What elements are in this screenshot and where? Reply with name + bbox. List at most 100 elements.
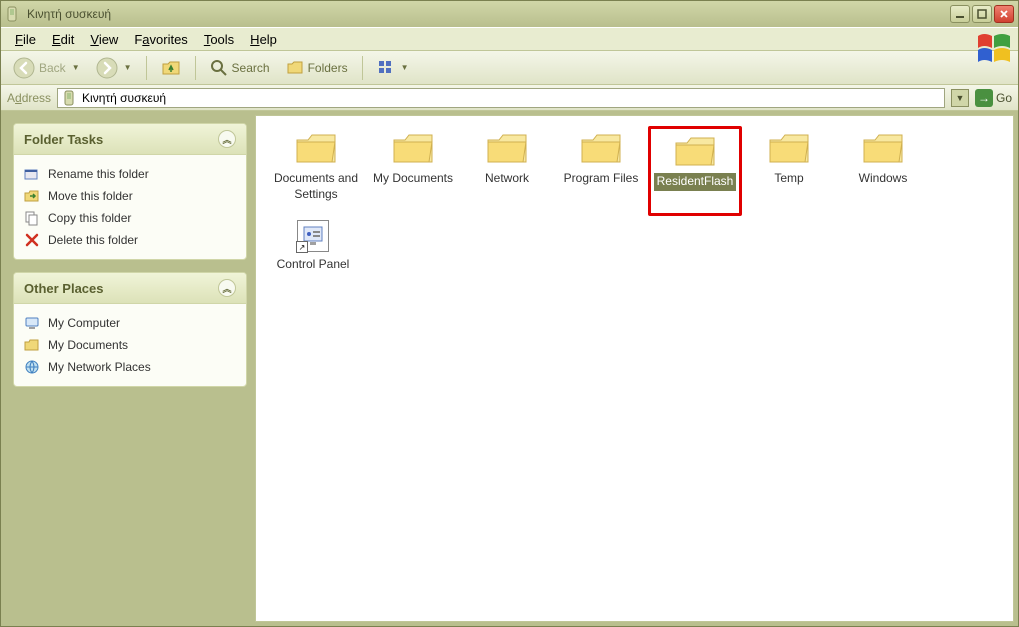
rename-folder-link[interactable]: Rename this folder [20, 163, 240, 185]
rename-icon [24, 166, 40, 182]
menu-help[interactable]: Help [242, 30, 285, 49]
my-documents-link[interactable]: My Documents [20, 334, 240, 356]
folder-temp[interactable]: Temp [742, 126, 836, 216]
control-panel-icon: ↗ [297, 220, 329, 252]
device-icon [62, 90, 78, 106]
toolbar-separator [146, 56, 147, 80]
file-view[interactable]: Documents and Settings My Documents Netw… [255, 115, 1014, 622]
folder-icon [673, 133, 717, 169]
address-input-container [57, 88, 945, 108]
collapse-icon[interactable]: ︽ [218, 279, 236, 297]
shortcut-control-panel[interactable]: ↗ Control Panel [266, 216, 360, 306]
copy-folder-link[interactable]: Copy this folder [20, 207, 240, 229]
folder-icon [861, 130, 905, 166]
back-dropdown-icon: ▼ [72, 63, 80, 72]
folder-label: ResidentFlash [654, 173, 737, 191]
folders-icon [286, 59, 304, 77]
content-area: Folder Tasks ︽ Rename this folder Move t… [1, 111, 1018, 626]
documents-icon [24, 337, 40, 353]
delete-folder-link[interactable]: Delete this folder [20, 229, 240, 251]
folders-label: Folders [308, 61, 348, 75]
folder-icon [391, 130, 435, 166]
folder-label: Windows [856, 170, 911, 188]
folder-label: Program Files [561, 170, 642, 188]
folder-icon [294, 130, 338, 166]
shortcut-label: Control Panel [274, 256, 353, 274]
folder-documents-and-settings[interactable]: Documents and Settings [266, 126, 366, 216]
chevron-down-icon: ▼ [956, 93, 965, 103]
other-places-body: My Computer My Documents My Network Plac… [14, 304, 246, 386]
go-label: Go [996, 91, 1012, 105]
folder-tasks-header[interactable]: Folder Tasks ︽ [14, 124, 246, 155]
address-dropdown[interactable]: ▼ [951, 89, 969, 107]
folder-tasks-title: Folder Tasks [24, 132, 103, 147]
views-dropdown-icon: ▼ [401, 63, 409, 72]
folder-label: My Documents [370, 170, 456, 188]
menu-favorites[interactable]: Favorites [126, 30, 195, 49]
maximize-button[interactable] [972, 5, 992, 23]
other-places-header[interactable]: Other Places ︽ [14, 273, 246, 304]
copy-label: Copy this folder [48, 211, 131, 225]
folder-label: Network [482, 170, 532, 188]
search-button[interactable]: Search [204, 56, 276, 80]
folder-icon [579, 130, 623, 166]
copy-icon [24, 210, 40, 226]
go-button[interactable]: → Go [975, 89, 1012, 107]
folder-residentflash[interactable]: ResidentFlash [648, 126, 742, 216]
menubar: File Edit View Favorites Tools Help [1, 27, 1018, 51]
window-title: Κινητή συσκευή [27, 7, 950, 21]
menu-tools[interactable]: Tools [196, 30, 242, 49]
computer-icon [24, 315, 40, 331]
minimize-button[interactable] [950, 5, 970, 23]
my-network-link[interactable]: My Network Places [20, 356, 240, 378]
network-icon [24, 359, 40, 375]
folder-my-documents[interactable]: My Documents [366, 126, 460, 216]
up-button[interactable] [155, 55, 187, 81]
my-computer-link[interactable]: My Computer [20, 312, 240, 334]
forward-icon [96, 57, 118, 79]
other-places-title: Other Places [24, 281, 104, 296]
go-arrow-icon: → [975, 89, 993, 107]
folders-button[interactable]: Folders [280, 56, 354, 80]
folder-label: Documents and Settings [268, 170, 364, 203]
delete-label: Delete this folder [48, 233, 138, 247]
collapse-icon[interactable]: ︽ [218, 130, 236, 148]
folder-network[interactable]: Network [460, 126, 554, 216]
toolbar-separator [362, 56, 363, 80]
device-icon [5, 6, 21, 22]
views-icon [377, 59, 395, 77]
address-input[interactable] [82, 91, 940, 105]
folder-icon [767, 130, 811, 166]
window-buttons [950, 5, 1014, 23]
folder-windows[interactable]: Windows [836, 126, 930, 216]
back-label: Back [39, 61, 66, 75]
forward-button[interactable]: ▼ [90, 54, 138, 82]
sidebar: Folder Tasks ︽ Rename this folder Move t… [5, 115, 255, 622]
back-icon [13, 57, 35, 79]
windows-logo-icon [974, 30, 1014, 60]
addressbar: Address ▼ → Go [1, 85, 1018, 111]
rename-label: Rename this folder [48, 167, 149, 181]
my-computer-label: My Computer [48, 316, 120, 330]
menu-edit[interactable]: Edit [44, 30, 82, 49]
forward-dropdown-icon: ▼ [124, 63, 132, 72]
menu-view[interactable]: View [82, 30, 126, 49]
move-folder-link[interactable]: Move this folder [20, 185, 240, 207]
back-button[interactable]: Back ▼ [7, 54, 86, 82]
other-places-panel: Other Places ︽ My Computer My Documents … [13, 272, 247, 387]
my-documents-label: My Documents [48, 338, 128, 352]
menu-file[interactable]: File [7, 30, 44, 49]
folder-program-files[interactable]: Program Files [554, 126, 648, 216]
titlebar: Κινητή συσκευή [1, 1, 1018, 27]
up-folder-icon [161, 58, 181, 78]
move-icon [24, 188, 40, 204]
folder-tasks-body: Rename this folder Move this folder Copy… [14, 155, 246, 259]
close-button[interactable] [994, 5, 1014, 23]
toolbar: Back ▼ ▼ Search Folders ▼ [1, 51, 1018, 85]
views-button[interactable]: ▼ [371, 56, 415, 80]
folder-icon [485, 130, 529, 166]
search-icon [210, 59, 228, 77]
search-label: Search [232, 61, 270, 75]
delete-icon [24, 232, 40, 248]
address-label: Address [7, 91, 51, 105]
